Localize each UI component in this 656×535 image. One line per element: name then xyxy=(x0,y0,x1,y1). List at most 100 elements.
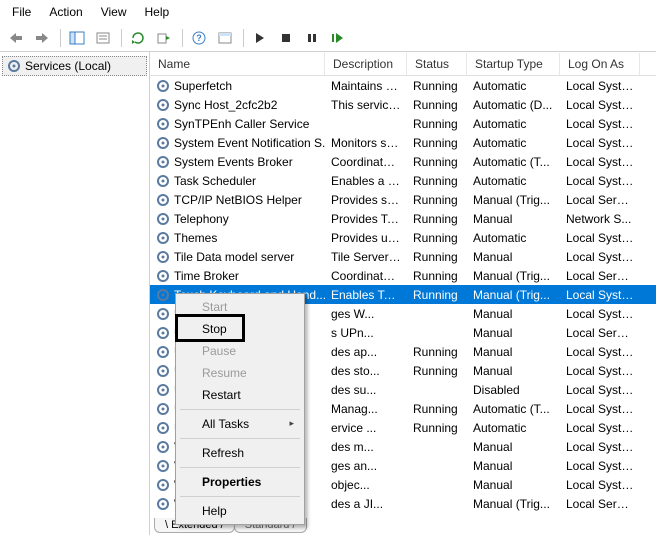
service-desc: des m... xyxy=(325,440,407,454)
service-startup: Automatic xyxy=(467,117,560,131)
service-status: Running xyxy=(407,79,467,93)
service-desc: des ap... xyxy=(325,345,407,359)
service-name: Themes xyxy=(174,231,217,245)
context-properties[interactable]: Properties xyxy=(178,471,302,493)
service-desc: ges an... xyxy=(325,459,407,473)
service-logon: Local Syste... xyxy=(560,155,640,169)
service-logon: Local Syste... xyxy=(560,440,640,454)
service-row[interactable]: SuperfetchMaintains a...RunningAutomatic… xyxy=(150,76,656,95)
service-row[interactable]: Time BrokerCoordinates...RunningManual (… xyxy=(150,266,656,285)
service-desc: Maintains a... xyxy=(325,79,407,93)
context-help[interactable]: Help xyxy=(178,500,302,522)
menubar: File Action View Help xyxy=(0,0,656,24)
context-all-tasks[interactable]: All Tasks▸ xyxy=(178,413,302,435)
service-desc: Enables a us... xyxy=(325,174,407,188)
col-log-on-as[interactable]: Log On As xyxy=(560,53,640,75)
service-desc: Manag... xyxy=(325,402,407,416)
service-logon: Local Syste... xyxy=(560,402,640,416)
service-status: Running xyxy=(407,269,467,283)
back-button[interactable] xyxy=(4,27,28,49)
service-desc: Tile Server f... xyxy=(325,250,407,264)
service-row[interactable]: TelephonyProvides Tel...RunningManualNet… xyxy=(150,209,656,228)
gear-icon xyxy=(156,269,170,283)
service-row[interactable]: Task SchedulerEnables a us...RunningAuto… xyxy=(150,171,656,190)
navigation-tree: Services (Local) xyxy=(0,52,150,535)
service-startup: Automatic xyxy=(467,231,560,245)
service-row[interactable]: Sync Host_2cfc2b2This service ...Running… xyxy=(150,95,656,114)
service-desc: ges W... xyxy=(325,307,407,321)
context-stop[interactable]: Stop xyxy=(178,318,302,340)
gear-icon xyxy=(156,383,170,397)
gear-icon xyxy=(156,155,170,169)
stop-service-button[interactable] xyxy=(274,27,298,49)
service-name: Telephony xyxy=(174,212,229,226)
refresh-button[interactable] xyxy=(126,27,150,49)
col-startup-type[interactable]: Startup Type xyxy=(467,53,560,75)
gear-icon xyxy=(156,231,170,245)
menu-view[interactable]: View xyxy=(93,3,135,21)
service-logon: Local Syste... xyxy=(560,459,640,473)
gear-icon xyxy=(156,421,170,435)
restart-service-button[interactable] xyxy=(326,27,350,49)
tree-node-services-local[interactable]: Services (Local) xyxy=(2,56,147,76)
context-pause: Pause xyxy=(178,340,302,362)
service-desc: des a JI... xyxy=(325,497,407,511)
service-status: Running xyxy=(407,117,467,131)
service-desc: Provides su... xyxy=(325,193,407,207)
gear-icon xyxy=(156,250,170,264)
service-startup: Manual xyxy=(467,440,560,454)
context-refresh[interactable]: Refresh xyxy=(178,442,302,464)
gear-icon xyxy=(156,174,170,188)
service-name: Time Broker xyxy=(174,269,239,283)
service-desc: Provides Tel... xyxy=(325,212,407,226)
col-status[interactable]: Status xyxy=(407,53,467,75)
service-status: Running xyxy=(407,193,467,207)
service-desc: Enables Tou... xyxy=(325,288,407,302)
service-startup: Manual xyxy=(467,212,560,226)
gear-icon xyxy=(156,345,170,359)
service-startup: Manual xyxy=(467,478,560,492)
service-row[interactable]: TCP/IP NetBIOS HelperProvides su...Runni… xyxy=(150,190,656,209)
menu-help[interactable]: Help xyxy=(137,3,178,21)
service-row[interactable]: System Event Notification S...Monitors s… xyxy=(150,133,656,152)
tree-node-label: Services (Local) xyxy=(25,59,111,73)
gear-icon xyxy=(156,212,170,226)
show-hide-tree-button[interactable] xyxy=(65,27,89,49)
service-startup: Manual xyxy=(467,250,560,264)
menu-action[interactable]: Action xyxy=(41,3,90,21)
context-resume: Resume xyxy=(178,362,302,384)
service-row[interactable]: SynTPEnh Caller Service RunningAutomaticL… xyxy=(150,114,656,133)
gear-icon xyxy=(156,288,170,302)
service-startup: Automatic (T... xyxy=(467,155,560,169)
gear-icon xyxy=(7,59,21,73)
console-button[interactable] xyxy=(213,27,237,49)
service-logon: Local Service xyxy=(560,326,640,340)
col-name[interactable]: Name xyxy=(150,53,325,75)
service-status: Running xyxy=(407,402,467,416)
gear-icon xyxy=(156,459,170,473)
menu-file[interactable]: File xyxy=(4,3,39,21)
service-row[interactable]: System Events BrokerCoordinates...Runnin… xyxy=(150,152,656,171)
pause-service-button[interactable] xyxy=(300,27,324,49)
start-service-button[interactable] xyxy=(248,27,272,49)
service-name: Superfetch xyxy=(174,79,232,93)
service-logon: Local Syste... xyxy=(560,421,640,435)
help-button[interactable]: ? xyxy=(187,27,211,49)
properties-button[interactable] xyxy=(91,27,115,49)
service-name: Task Scheduler xyxy=(174,174,256,188)
context-restart[interactable]: Restart xyxy=(178,384,302,406)
service-startup: Manual xyxy=(467,345,560,359)
service-logon: Local Syste... xyxy=(560,117,640,131)
service-logon: Local Syste... xyxy=(560,288,640,302)
col-description[interactable]: Description xyxy=(325,53,407,75)
service-startup: Automatic (T... xyxy=(467,402,560,416)
export-button[interactable] xyxy=(152,27,176,49)
service-row[interactable]: Tile Data model serverTile Server f...Ru… xyxy=(150,247,656,266)
service-startup: Manual (Trig... xyxy=(467,269,560,283)
forward-button[interactable] xyxy=(30,27,54,49)
service-name: SynTPEnh Caller Service xyxy=(174,117,309,131)
service-startup: Manual (Trig... xyxy=(467,497,560,511)
service-logon: Local Syste... xyxy=(560,250,640,264)
service-logon: Local Syste... xyxy=(560,136,640,150)
service-row[interactable]: ThemesProvides us...RunningAutomaticLoca… xyxy=(150,228,656,247)
